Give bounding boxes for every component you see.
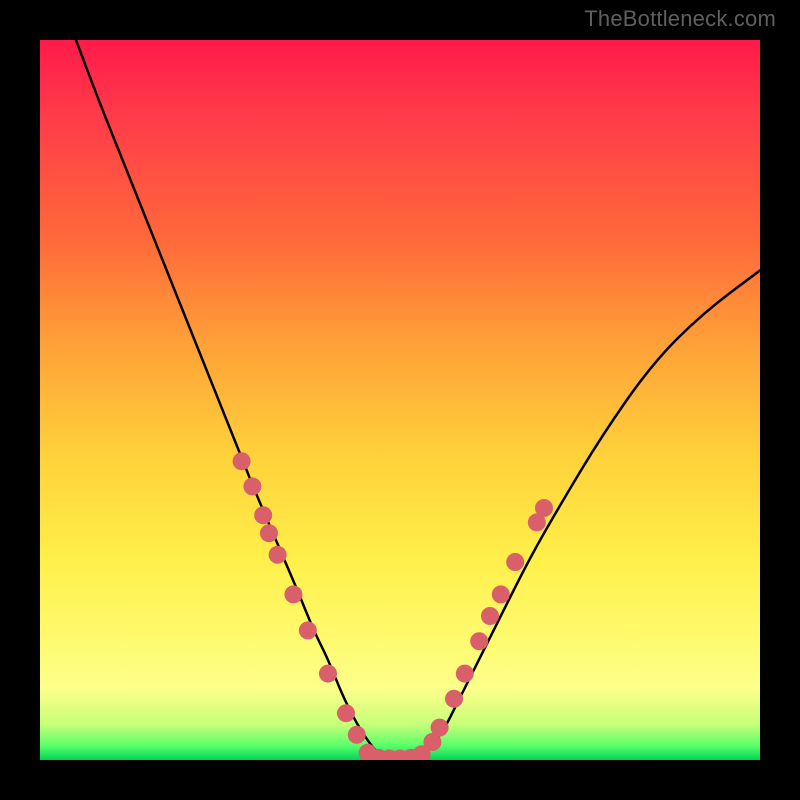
curve-marker <box>299 621 317 639</box>
curve-marker <box>492 585 510 603</box>
curve-marker <box>481 607 499 625</box>
curve-marker <box>254 506 272 524</box>
curve-marker <box>445 690 463 708</box>
curve-marker <box>535 499 553 517</box>
curve-marker <box>456 665 474 683</box>
curve-marker <box>506 553 524 571</box>
curve-layer <box>40 40 760 760</box>
curve-marker <box>470 632 488 650</box>
curve-marker <box>337 704 355 722</box>
curve-marker <box>260 524 278 542</box>
curve-marker <box>284 585 302 603</box>
curve-marker <box>348 726 366 744</box>
curve-marker <box>269 546 287 564</box>
curve-marker <box>431 719 449 737</box>
curve-marker <box>243 477 261 495</box>
curve-marker <box>319 665 337 683</box>
plot-area <box>40 40 760 760</box>
curve-marker <box>233 452 251 470</box>
bottleneck-curve <box>76 40 760 757</box>
watermark-text: TheBottleneck.com <box>584 6 776 32</box>
chart-frame: TheBottleneck.com <box>0 0 800 800</box>
